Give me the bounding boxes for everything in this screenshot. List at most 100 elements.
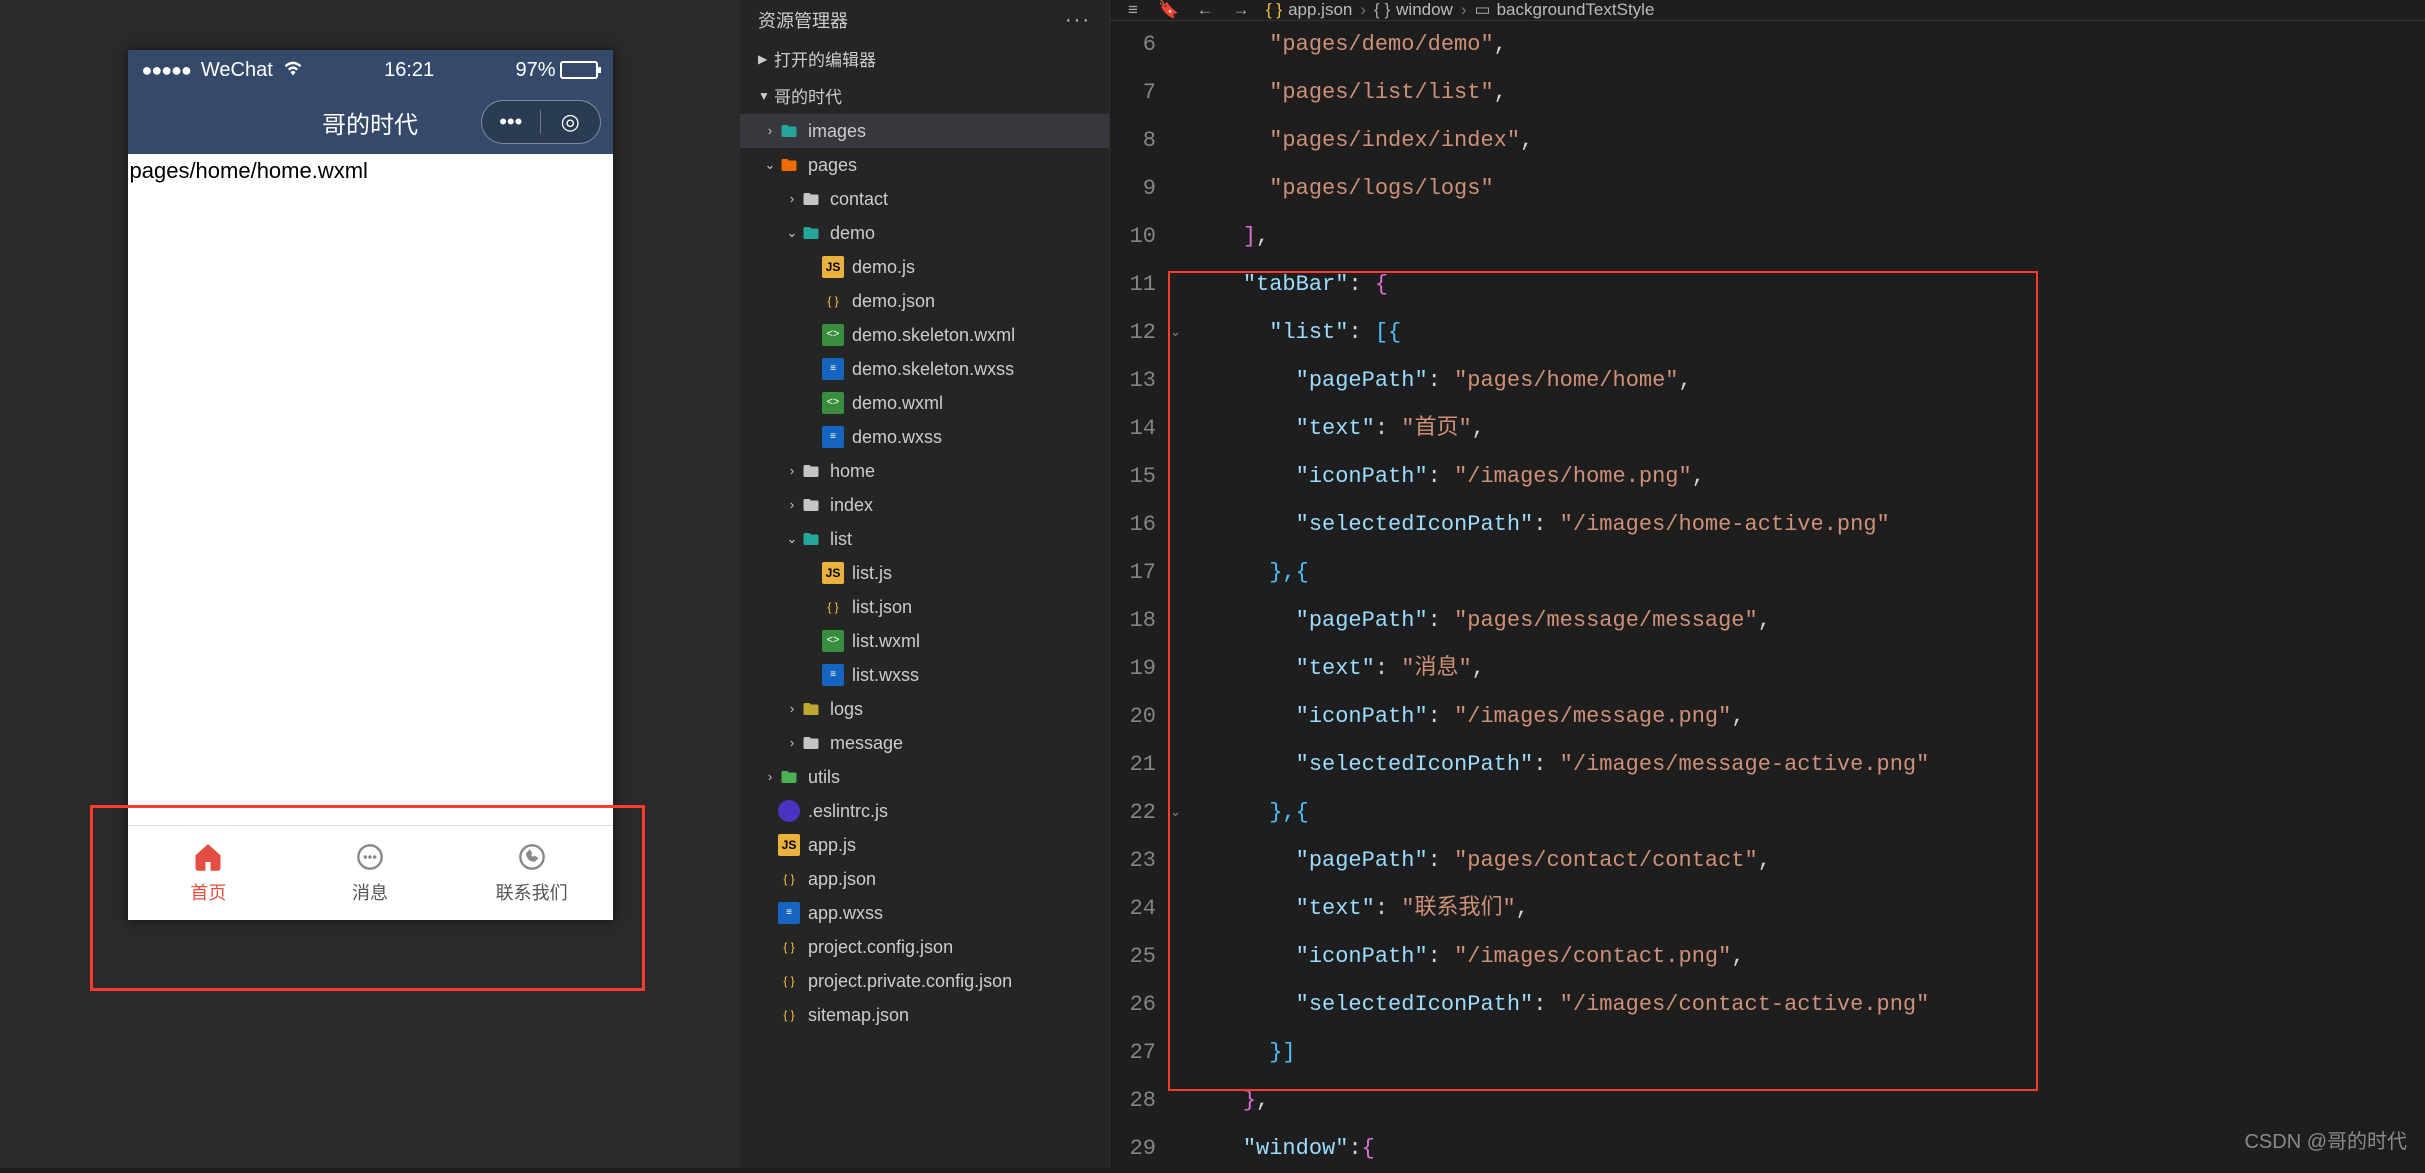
tree-item[interactable]: ⌄demo [740, 216, 1109, 250]
section-project-label: 哥的时代 [774, 83, 842, 108]
tree-item[interactable]: ›home [740, 454, 1109, 488]
json-icon: { } [778, 1004, 800, 1026]
code-lines[interactable]: "pages/demo/demo", "pages/list/list", "p… [1190, 21, 2425, 1173]
explorer-header: 资源管理器 ··· [740, 0, 1109, 40]
folder-icon [778, 120, 800, 142]
explorer-more-button[interactable]: ··· [1065, 9, 1091, 32]
tree-item[interactable]: .eslintrc.js [740, 794, 1109, 828]
capsule-close-button[interactable]: ◎ [541, 109, 600, 135]
tree-item[interactable]: ≡demo.wxss [740, 420, 1109, 454]
tree-item[interactable]: ⌄list [740, 522, 1109, 556]
tree-item[interactable]: ⌄ pages [740, 148, 1109, 182]
editor-topbar: ≡ 🔖 ← → { }app.json › { }window › ▭backgroun… [1110, 0, 2425, 21]
js-icon: JS [822, 562, 844, 584]
section-project[interactable]: ▼ 哥的时代 [740, 77, 1109, 114]
tree-item[interactable]: ≡app.wxss [740, 896, 1109, 930]
tree-item[interactable]: ≡list.wxss [740, 658, 1109, 692]
file-name: contact [830, 188, 888, 211]
page-content: pages/home/home.wxml [128, 154, 613, 825]
chevron-right-icon: › [784, 497, 800, 513]
fold-marker[interactable]: ⌄ [1170, 805, 1181, 820]
status-bar: ●●●●● WeChat 16:21 97% [128, 50, 613, 90]
tree-item[interactable]: <>list.wxml [740, 624, 1109, 658]
list-icon[interactable]: ≡ [1122, 0, 1144, 20]
tab-item[interactable]: 首页 [128, 826, 290, 920]
tab-item[interactable]: 消息 [289, 826, 451, 920]
chevron-down-icon: ⌄ [762, 157, 778, 173]
breadcrumb-item[interactable]: { }window [1374, 0, 1453, 20]
tree-item[interactable]: ›index [740, 488, 1109, 522]
breadcrumb-label: backgroundTextStyle [1497, 0, 1655, 20]
tab-label: 联系我们 [496, 879, 568, 905]
tree-item[interactable]: JS app.js [740, 828, 1109, 862]
breadcrumb-separator: › [1360, 0, 1366, 20]
nav-bar: 哥的时代 ••• ◎ [128, 90, 613, 154]
eslint-icon [778, 800, 800, 822]
tab-item[interactable]: 联系我们 [451, 826, 613, 920]
capsule-menu: ••• ◎ [481, 100, 601, 144]
breadcrumb: { }app.json › { }window › ▭backgroundTextSty… [1266, 0, 1654, 20]
chevron-right-icon: › [762, 123, 778, 139]
clock-label: 16:21 [384, 59, 434, 82]
tree-item[interactable]: JSlist.js [740, 556, 1109, 590]
section-open-editors[interactable]: ▶ 打开的编辑器 [740, 40, 1109, 77]
editor-panel: ≡ 🔖 ← → { }app.json › { }window › ▭backgroun… [1110, 0, 2425, 1168]
file-name: app.js [808, 834, 856, 857]
nav-back-button[interactable]: ← [1194, 0, 1216, 20]
file-name: demo.json [852, 290, 935, 313]
json-icon: { } [822, 596, 844, 618]
file-name: home [830, 460, 875, 483]
carrier-label: WeChat [201, 59, 273, 82]
breadcrumb-item[interactable]: ▭backgroundTextStyle [1475, 0, 1655, 20]
section-open-editors-label: 打开的编辑器 [774, 46, 876, 71]
folder-icon [800, 732, 822, 754]
tree-item[interactable]: ›message [740, 726, 1109, 760]
breadcrumb-item[interactable]: { }app.json [1266, 0, 1352, 20]
tree-item[interactable]: ›contact [740, 182, 1109, 216]
file-name: demo.skeleton.wxml [852, 324, 1015, 347]
wifi-icon [283, 59, 303, 82]
chevron-right-icon: › [784, 701, 800, 717]
json-icon: { } [778, 868, 800, 890]
tree-item[interactable]: { } project.config.json [740, 930, 1109, 964]
home-icon [192, 841, 224, 873]
file-tree: ›images⌄pages›contact⌄demoJSdemo.js{ }de… [740, 114, 1109, 1032]
code-area[interactable]: 6789101112131415161718192021222324252627… [1110, 21, 2425, 1173]
tab-label: 消息 [352, 879, 388, 905]
file-name: list.wxss [852, 664, 919, 687]
bookmark-icon[interactable]: 🔖 [1158, 0, 1180, 20]
more-icon: ••• [499, 109, 522, 135]
file-name: project.private.config.json [808, 970, 1012, 993]
file-name: demo.js [852, 256, 915, 279]
file-name: project.config.json [808, 936, 953, 959]
tree-item[interactable]: ›logs [740, 692, 1109, 726]
tree-item[interactable]: { }app.json [740, 862, 1109, 896]
page-text: pages/home/home.wxml [130, 158, 368, 183]
chevron-right-icon: ▶ [758, 52, 770, 66]
phone-frame: ●●●●● WeChat 16:21 97% 哥的时代 ••• [128, 50, 613, 920]
tree-item[interactable]: { }demo.json [740, 284, 1109, 318]
fold-gutter: ⌄⌄ [1170, 21, 1190, 1173]
tree-item[interactable]: ›images [740, 114, 1109, 148]
tree-item[interactable]: <> demo.skeleton.wxml [740, 318, 1109, 352]
line-gutter: 6789101112131415161718192021222324252627… [1110, 21, 1170, 1173]
file-name: pages [808, 154, 857, 177]
tree-item[interactable]: { }list.json [740, 590, 1109, 624]
tree-item[interactable]: JSdemo.js [740, 250, 1109, 284]
tree-item[interactable]: ≡demo.skeleton.wxss [740, 352, 1109, 386]
capsule-more-button[interactable]: ••• [482, 109, 541, 135]
breadcrumb-separator: › [1461, 0, 1467, 20]
tree-item[interactable]: { }project.private.config.json [740, 964, 1109, 998]
js-icon: JS [778, 834, 800, 856]
wxml-icon: <> [822, 324, 844, 346]
file-name: utils [808, 766, 840, 789]
battery-pct-label: 97% [515, 59, 555, 82]
wxml-icon: <> [822, 630, 844, 652]
tree-item[interactable]: ›utils [740, 760, 1109, 794]
brace-icon: { } [1374, 0, 1390, 20]
tree-item[interactable]: <>demo.wxml [740, 386, 1109, 420]
tree-item[interactable]: { }sitemap.json [740, 998, 1109, 1032]
json-icon: { } [778, 936, 800, 958]
fold-marker[interactable]: ⌄ [1170, 325, 1181, 340]
nav-forward-button[interactable]: → [1230, 0, 1252, 20]
